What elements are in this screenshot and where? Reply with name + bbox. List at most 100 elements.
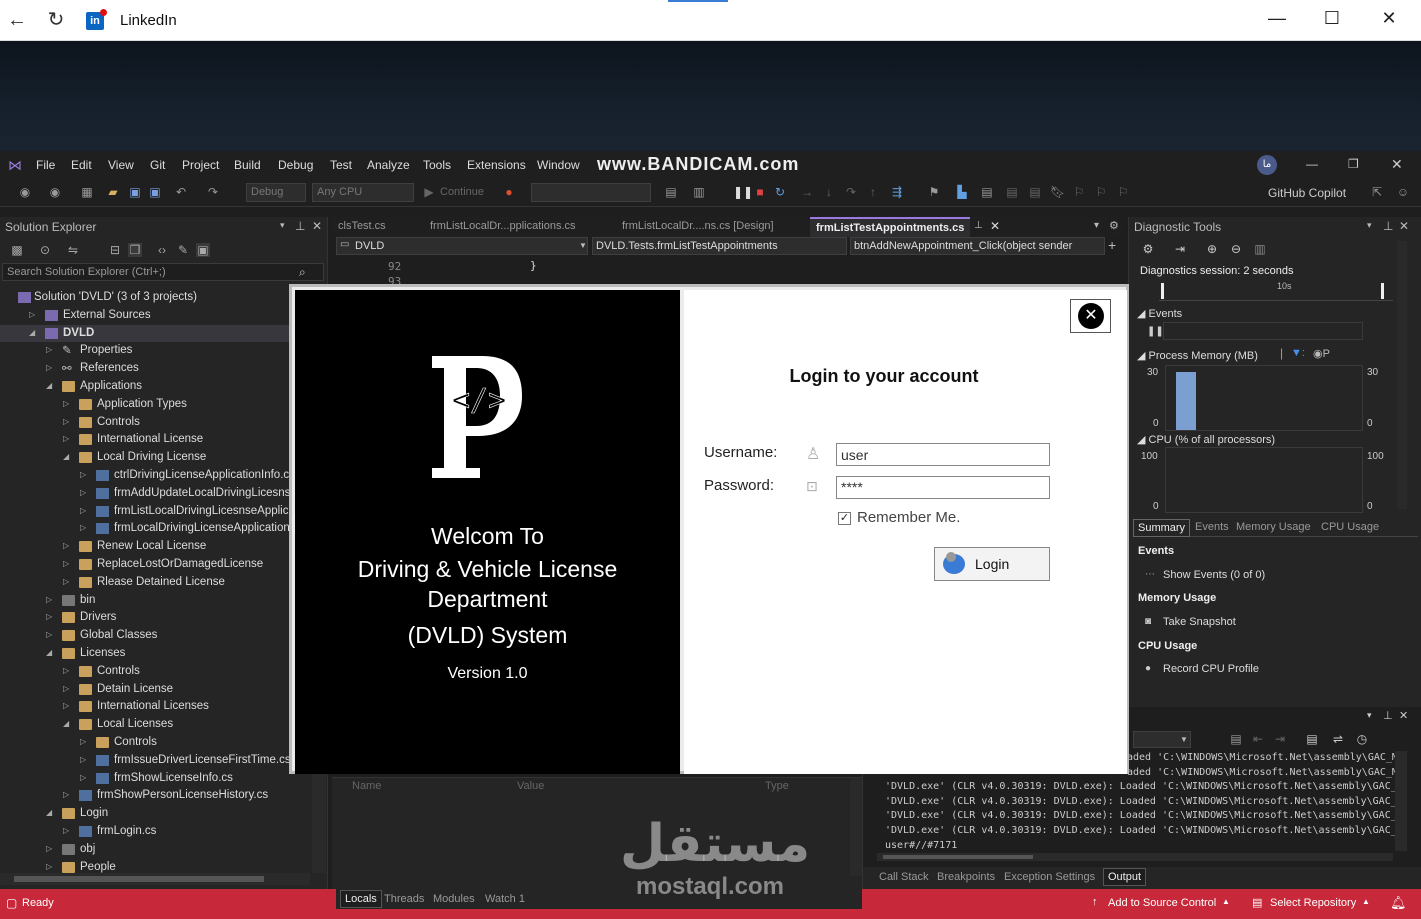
back-arrow-icon[interactable]: ← xyxy=(5,8,29,32)
restart-icon[interactable]: ↻ xyxy=(773,185,787,199)
collapse-arrow-icon[interactable]: ◢ xyxy=(46,381,52,390)
config-select[interactable]: Debug xyxy=(246,183,306,202)
events-pause-icon[interactable]: ❚❚ xyxy=(1147,326,1164,337)
record-cpu-link[interactable]: Record CPU Profile xyxy=(1163,663,1259,675)
dropdown-icon[interactable]: ▾ xyxy=(280,220,285,231)
expand-arrow-icon[interactable]: ▷ xyxy=(63,541,69,550)
tab-events[interactable]: Events xyxy=(1195,521,1229,533)
expand-arrow-icon[interactable]: ▷ xyxy=(63,684,69,693)
expand-arrow-icon[interactable]: ▷ xyxy=(46,345,52,354)
remember-me-checkbox[interactable]: ✓ xyxy=(838,512,851,525)
tab-clstest[interactable]: clsTest.cs xyxy=(338,220,386,232)
format-icon[interactable]: ▙ xyxy=(955,185,969,199)
settings-gear-icon[interactable]: ⚙ xyxy=(1109,219,1119,232)
tree-item[interactable]: ◢ DVLD xyxy=(0,324,290,343)
vs-restore-icon[interactable]: ❐ xyxy=(1348,157,1359,171)
process-select[interactable] xyxy=(531,183,651,202)
tree-item[interactable]: Solution 'DVLD' (3 of 3 projects) xyxy=(0,289,290,307)
tree-item[interactable]: ▷ Controls xyxy=(0,663,290,681)
step-over-icon[interactable]: ↷ xyxy=(844,185,858,199)
menu-debug[interactable]: Debug xyxy=(278,158,313,172)
history-icon[interactable]: ⊙ xyxy=(38,243,52,257)
menu-file[interactable]: File xyxy=(36,158,55,172)
diag-scrollbar[interactable] xyxy=(1397,241,1407,509)
tree-item[interactable]: ▷ ctrlDrivingLicenseApplicationInfo.cs xyxy=(0,467,290,485)
password-input[interactable]: **** xyxy=(836,476,1050,499)
find-icon[interactable]: ▤ xyxy=(1229,732,1243,746)
open-folder-icon[interactable]: ▰ xyxy=(106,185,120,199)
expand-arrow-icon[interactable]: ▷ xyxy=(63,701,69,710)
step-next-icon[interactable]: → xyxy=(800,185,814,199)
thread-icon[interactable]: ⚑ xyxy=(927,185,941,199)
tree-item[interactable]: ▷ Controls xyxy=(0,734,290,752)
tree-item[interactable]: ▷ frmIssueDriverLicenseFirstTime.cs xyxy=(0,752,290,770)
tree-item[interactable]: ▷ bin xyxy=(0,592,290,610)
tree-item[interactable]: ▷ Rlease Detained License xyxy=(0,574,290,592)
step-out-icon[interactable]: ↑ xyxy=(866,185,880,199)
tab-cpu-usage[interactable]: CPU Usage xyxy=(1321,521,1379,533)
collapse-arrow-icon[interactable]: ◢ xyxy=(63,719,69,728)
class-nav-dropdown[interactable]: DVLD.Tests.frmListTestAppointments xyxy=(592,237,847,255)
panel-close-icon[interactable]: ✕ xyxy=(312,219,322,233)
tree-item[interactable]: ◢ Licenses xyxy=(0,645,290,663)
dropdown-icon[interactable]: ▾ xyxy=(1367,710,1372,721)
feedback-icon[interactable]: ☺ xyxy=(1396,185,1410,199)
bookmark-prev-icon[interactable]: ⚐ xyxy=(1072,185,1086,199)
tree-item[interactable]: ◢ Local Licenses xyxy=(0,716,290,734)
redo-icon[interactable]: ↷ xyxy=(206,185,220,199)
diagnostics-icon[interactable]: ▥ xyxy=(692,185,706,199)
indent-icon[interactable]: ▤ xyxy=(1028,185,1042,199)
menu-analyze[interactable]: Analyze xyxy=(367,158,410,172)
tree-item[interactable]: ▷ obj xyxy=(0,841,290,859)
github-copilot-button[interactable]: GitHub Copilot xyxy=(1268,186,1346,200)
export-icon[interactable]: ⇥ xyxy=(1173,242,1187,256)
platform-select[interactable]: Any CPU xyxy=(312,183,414,202)
collapse-arrow-icon[interactable]: ◢ xyxy=(46,808,52,817)
expand-arrow-icon[interactable]: ▷ xyxy=(63,399,69,408)
stop-icon[interactable]: ■ xyxy=(753,185,767,199)
tab-frmlisttestappointments[interactable]: frmListTestAppointments.cs xyxy=(810,217,971,237)
collapse-arrow-icon[interactable]: ◢ xyxy=(46,648,52,657)
tree-item[interactable]: ◢ Local Driving License xyxy=(0,449,290,467)
menu-view[interactable]: View xyxy=(108,158,134,172)
project-nav-dropdown[interactable]: ▭ DVLD ▼ xyxy=(336,237,588,255)
panel-close-icon[interactable]: ✕ xyxy=(1399,709,1408,722)
member-nav-dropdown[interactable]: btnAddNewAppointment_Click(object sender xyxy=(850,237,1105,255)
expand-arrow-icon[interactable]: ▷ xyxy=(63,434,69,443)
tab-exception-settings[interactable]: Exception Settings xyxy=(1004,871,1095,883)
tree-item[interactable]: ▷ frmLocalDrivingLicenseApplicationInf xyxy=(0,520,290,538)
username-input[interactable]: user xyxy=(836,443,1050,466)
tree-item[interactable]: ▷ External Sources xyxy=(0,307,290,325)
undo-icon[interactable]: ↶ xyxy=(174,185,188,199)
chart-icon[interactable]: ▥ xyxy=(1253,242,1267,256)
collapse-arrow-icon[interactable]: ◢ xyxy=(63,452,69,461)
split-add-icon[interactable]: + xyxy=(1108,237,1116,253)
timeline-ruler[interactable]: 10s xyxy=(1159,281,1393,301)
horizontal-scrollbar[interactable] xyxy=(0,873,310,885)
tree-item[interactable]: ▷ frmLogin.cs xyxy=(0,823,290,841)
account-avatar[interactable]: ما xyxy=(1257,155,1277,175)
select-repository[interactable]: Select Repository xyxy=(1270,897,1356,909)
tree-item[interactable]: ▷ International License xyxy=(0,431,290,449)
tree-item[interactable]: ▷ Global Classes xyxy=(0,627,290,645)
step-into-icon[interactable]: ↓ xyxy=(822,185,836,199)
tab-frmlistlocal-design[interactable]: frmListLocalDr....ns.cs [Design] xyxy=(622,220,774,232)
expand-arrow-icon[interactable]: ▷ xyxy=(46,630,52,639)
uncomment-icon[interactable]: ▤ xyxy=(1005,185,1019,199)
clear-all-icon[interactable]: ▤ xyxy=(1305,732,1319,746)
timestamp-icon[interactable]: ◷ xyxy=(1355,732,1369,746)
preview-icon[interactable]: ▣ xyxy=(196,243,210,257)
tab-output[interactable]: Output xyxy=(1103,868,1147,886)
pin-icon[interactable]: ⊥ xyxy=(295,219,305,233)
hex-icon[interactable]: ⇶ xyxy=(890,185,904,199)
maximize-icon[interactable]: ☐ xyxy=(1317,8,1347,29)
menu-window[interactable]: Window xyxy=(537,158,580,172)
word-wrap-icon[interactable]: ⇌ xyxy=(1331,732,1345,746)
tree-item[interactable]: ◢ Login xyxy=(0,805,290,823)
tab-frmlistlocal-cs[interactable]: frmListLocalDr...pplications.cs xyxy=(430,220,576,232)
expand-arrow-icon[interactable]: ▷ xyxy=(80,773,86,782)
solution-search-box[interactable]: Search Solution Explorer (Ctrl+;) ⌕ xyxy=(2,263,324,281)
tree-item[interactable]: ◢ Applications xyxy=(0,378,290,396)
vs-close-icon[interactable]: ✕ xyxy=(1391,156,1403,173)
screenshot-icon[interactable]: ▤ xyxy=(664,185,678,199)
